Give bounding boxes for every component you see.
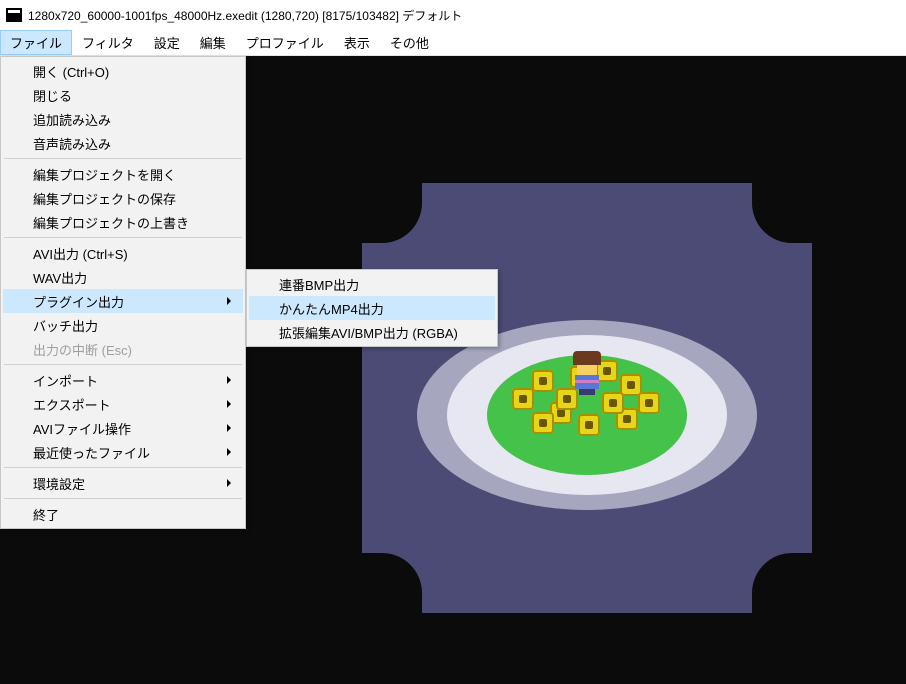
menu-2[interactable]: 設定 bbox=[144, 30, 190, 55]
menu-separator bbox=[4, 237, 242, 238]
menu-separator bbox=[4, 364, 242, 365]
file-menu-item[interactable]: インポート bbox=[3, 368, 243, 392]
file-menu-item[interactable]: AVIファイル操作 bbox=[3, 416, 243, 440]
menu-5[interactable]: 表示 bbox=[334, 30, 380, 55]
menu-1[interactable]: フィルタ bbox=[72, 30, 144, 55]
file-menu-item[interactable]: 開く (Ctrl+O) bbox=[3, 59, 243, 83]
file-menu-item[interactable]: 終了 bbox=[3, 502, 243, 526]
preview-content bbox=[268, 112, 906, 684]
file-menu-item[interactable]: 編集プロジェクトを開く bbox=[3, 162, 243, 186]
file-menu-item[interactable]: 編集プロジェクトの保存 bbox=[3, 186, 243, 210]
window-title: 1280x720_60000-1001fps_48000Hz.exedit (1… bbox=[28, 7, 462, 24]
menu-separator bbox=[4, 498, 242, 499]
file-menu-item[interactable]: 最近使ったファイル bbox=[3, 440, 243, 464]
file-menu-item[interactable]: プラグイン出力 bbox=[3, 289, 243, 313]
file-menu-item[interactable]: 音声読み込み bbox=[3, 131, 243, 155]
file-menu-item[interactable]: エクスポート bbox=[3, 392, 243, 416]
file-menu-item[interactable]: AVI出力 (Ctrl+S) bbox=[3, 241, 243, 265]
file-menu-item[interactable]: バッチ出力 bbox=[3, 313, 243, 337]
sprite-character bbox=[573, 351, 601, 393]
plugin-submenu-item[interactable]: 連番BMP出力 bbox=[249, 272, 495, 296]
menu-3[interactable]: 編集 bbox=[190, 30, 236, 55]
plugin-submenu-item[interactable]: 拡張編集AVI/BMP出力 (RGBA) bbox=[249, 320, 495, 344]
file-menu-item[interactable]: 閉じる bbox=[3, 83, 243, 107]
file-menu-item: 出力の中断 (Esc) bbox=[3, 337, 243, 361]
file-menu-dropdown[interactable]: 開く (Ctrl+O)閉じる追加読み込み音声読み込み編集プロジェクトを開く編集プ… bbox=[0, 56, 246, 529]
file-menu-item[interactable]: 追加読み込み bbox=[3, 107, 243, 131]
menu-separator bbox=[4, 158, 242, 159]
app-icon bbox=[6, 8, 22, 22]
menu-6[interactable]: その他 bbox=[380, 30, 439, 55]
file-menu-item[interactable]: 編集プロジェクトの上書き bbox=[3, 210, 243, 234]
menu-0[interactable]: ファイル bbox=[0, 30, 72, 55]
menu-4[interactable]: プロファイル bbox=[236, 30, 334, 55]
plugin-output-submenu[interactable]: 連番BMP出力かんたんMP4出力拡張編集AVI/BMP出力 (RGBA) bbox=[246, 269, 498, 347]
file-menu-item[interactable]: WAV出力 bbox=[3, 265, 243, 289]
file-menu-item[interactable]: 環境設定 bbox=[3, 471, 243, 495]
titlebar: 1280x720_60000-1001fps_48000Hz.exedit (1… bbox=[0, 0, 906, 30]
menu-separator bbox=[4, 467, 242, 468]
menubar: ファイルフィルタ設定編集プロファイル表示その他 bbox=[0, 30, 906, 56]
plugin-submenu-item[interactable]: かんたんMP4出力 bbox=[249, 296, 495, 320]
